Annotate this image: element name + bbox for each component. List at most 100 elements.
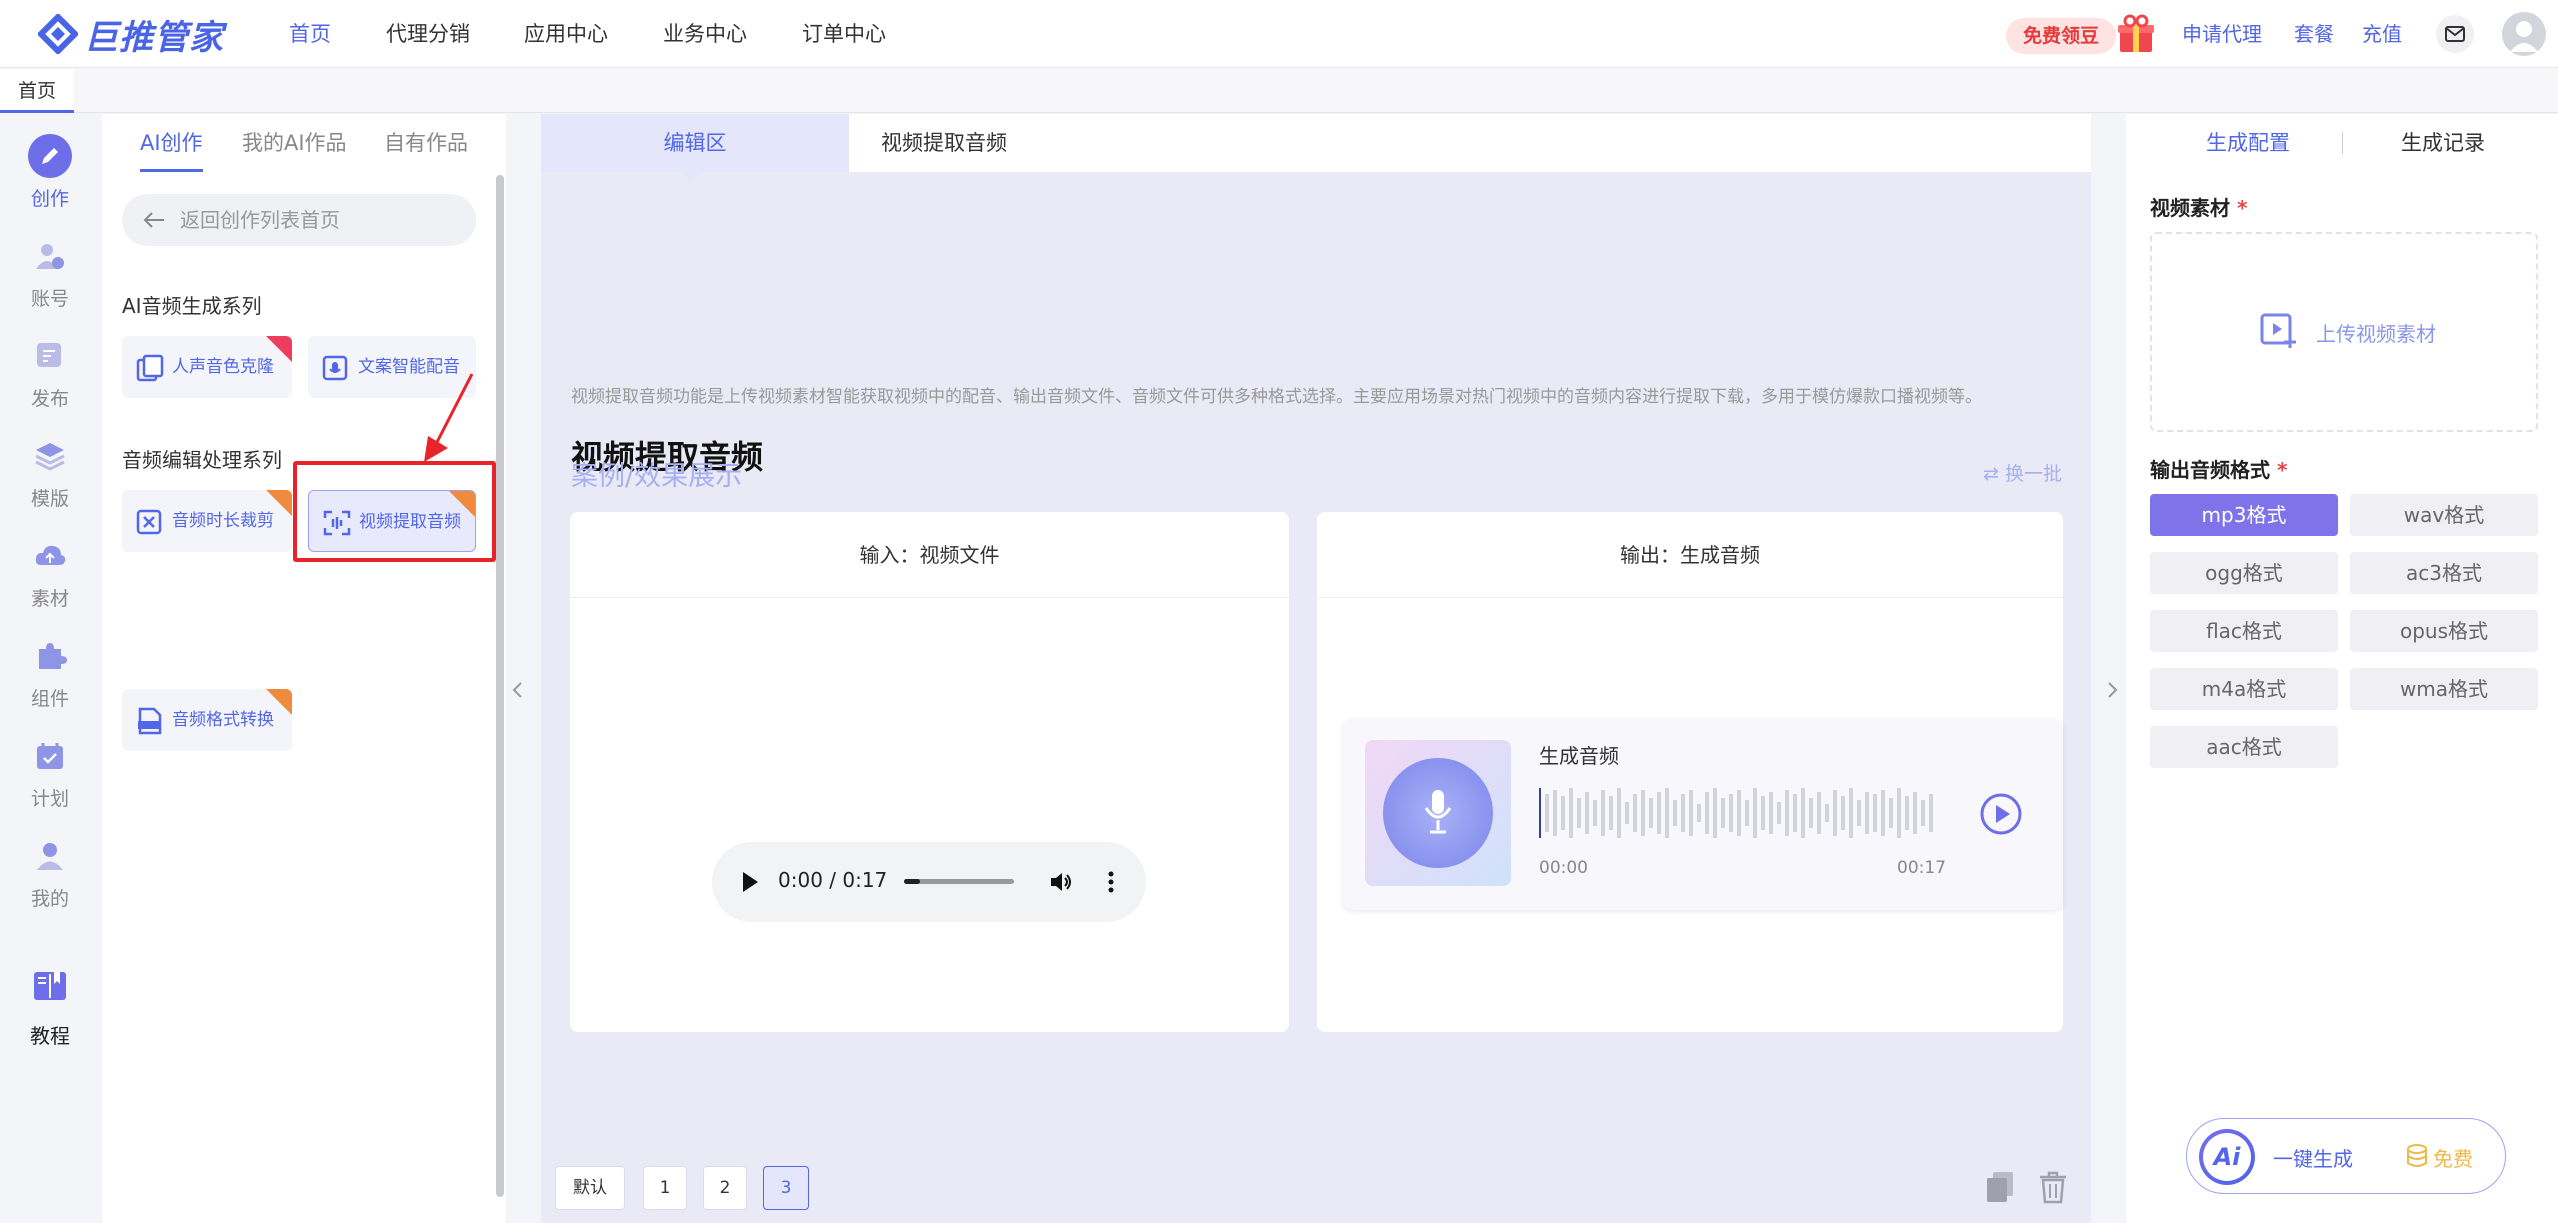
generate-label: 一键生成: [2273, 1147, 2353, 1171]
audio-cover: [1365, 740, 1511, 886]
pencil-icon: [28, 134, 72, 178]
user-avatar[interactable]: [2502, 12, 2546, 56]
format-ac3[interactable]: ac3格式: [2350, 552, 2538, 594]
ai-icon: Ai: [2199, 1129, 2255, 1185]
rail-item-template[interactable]: 模版: [0, 424, 100, 524]
rail-item-tutorial[interactable]: 教程: [0, 954, 100, 1054]
page-default[interactable]: 默认: [555, 1166, 625, 1210]
nav-item-apps[interactable]: 应用中心: [524, 0, 608, 68]
package-link[interactable]: 套餐: [2294, 0, 2334, 68]
format-wma[interactable]: wma格式: [2350, 668, 2538, 710]
playhead: [1539, 788, 1541, 838]
format-aac[interactable]: aac格式: [2150, 726, 2338, 768]
top-nav: 巨推管家 首页 代理分销 应用中心 业务中心 订单中心 免费领豆 申请代理 套餐…: [0, 0, 2558, 68]
highlight-box: [293, 461, 496, 562]
audio-player[interactable]: 0:00 / 0:17: [712, 842, 1146, 922]
tab-video-extract[interactable]: 视频提取音频: [881, 114, 1007, 172]
publish-icon: [28, 334, 72, 378]
apply-agent-link[interactable]: 申请代理: [2182, 0, 2262, 68]
puzzle-icon: [28, 634, 72, 678]
card-label: 音频时长裁剪: [172, 511, 274, 531]
video-material-text: 视频素材: [2150, 196, 2230, 220]
free-beans-button[interactable]: 免费领豆: [2006, 18, 2116, 54]
seek-bar[interactable]: [904, 879, 1014, 884]
refresh-batch-button[interactable]: ⇄ 换一批: [1983, 459, 2062, 486]
trash-icon[interactable]: [2037, 1170, 2069, 1204]
tab-gen-records[interactable]: 生成记录: [2401, 114, 2485, 172]
avatar-icon: [2510, 21, 2538, 52]
format-flac[interactable]: flac格式: [2150, 610, 2338, 652]
card-audio-format-convert[interactable]: 音频格式转换: [122, 689, 292, 751]
output-title: 输出：生成音频: [1317, 512, 2063, 598]
card-voice-clone[interactable]: 人声音色克隆: [122, 336, 292, 398]
format-opus[interactable]: opus格式: [2350, 610, 2538, 652]
generated-audio-card: 生成音频 00:00 00:17: [1343, 718, 2063, 910]
microphone-doc-icon: [322, 355, 348, 381]
collapse-right-icon[interactable]: [2104, 680, 2120, 700]
tab-my-ai-works[interactable]: 我的AI作品: [242, 114, 347, 172]
page-2[interactable]: 2: [703, 1166, 747, 1210]
layers-icon: [28, 434, 72, 478]
page-1[interactable]: 1: [643, 1166, 687, 1210]
copy-icon[interactable]: [1984, 1170, 2016, 1204]
recharge-link[interactable]: 充值: [2362, 0, 2402, 68]
voice-clone-icon: [136, 354, 164, 382]
volume-icon[interactable]: [1048, 869, 1074, 895]
editor-tabs: 编辑区 视频提取音频: [541, 114, 2091, 172]
tab-own-works[interactable]: 自有作品: [384, 114, 468, 172]
generate-button[interactable]: Ai 一键生成 免费: [2186, 1118, 2506, 1194]
rail-item-account[interactable]: 账号: [0, 224, 100, 324]
nav-item-home[interactable]: 首页: [289, 0, 331, 68]
coin-stack-icon: [2407, 1144, 2427, 1167]
video-material-label: 视频素材 *: [2150, 192, 2247, 221]
section-audio-edit: 音频编辑处理系列: [122, 448, 282, 472]
badge-corner: [266, 689, 292, 715]
video-upload-icon: [2260, 313, 2296, 348]
rail-item-plan[interactable]: 计划: [0, 724, 100, 824]
format-m4a[interactable]: m4a格式: [2150, 668, 2338, 710]
rail-item-component[interactable]: 组件: [0, 624, 100, 724]
tab-ai-create[interactable]: AI创作: [140, 114, 203, 172]
more-options-icon[interactable]: [1106, 869, 1116, 895]
nav-item-orders[interactable]: 订单中心: [802, 0, 886, 68]
rail-item-material[interactable]: 素材: [0, 524, 100, 624]
upload-label: 上传视频素材: [2316, 322, 2436, 346]
rail-item-publish[interactable]: 发布: [0, 324, 100, 424]
nav-item-business[interactable]: 业务中心: [663, 0, 747, 68]
output-box: 输出：生成音频 生成音频 00:00 00:17: [1317, 512, 2063, 1032]
case-title: 案例/效果展示: [571, 461, 743, 492]
upload-video-area[interactable]: 上传视频素材: [2150, 232, 2538, 432]
nav-item-agent[interactable]: 代理分销: [386, 0, 470, 68]
audio-end-time: 00:17: [1897, 858, 1946, 878]
format-ogg[interactable]: ogg格式: [2150, 552, 2338, 594]
page-tab-home[interactable]: 首页: [0, 69, 75, 113]
brand-logo[interactable]: 巨推管家: [38, 12, 224, 58]
tab-divider: [2342, 132, 2343, 154]
rail-item-create[interactable]: 创作: [0, 124, 100, 224]
waveform[interactable]: [1539, 786, 1939, 840]
rail-label-plan: 计划: [30, 788, 69, 810]
input-title: 输入：视频文件: [570, 512, 1289, 598]
format-mp3[interactable]: mp3格式: [2150, 494, 2338, 536]
play-circle-icon[interactable]: [1979, 792, 2023, 836]
collapse-left-icon[interactable]: [510, 680, 526, 700]
free-label: 免费: [2433, 1147, 2473, 1171]
panel-scrollbar[interactable]: [496, 175, 504, 1197]
rail-item-mine[interactable]: 我的: [0, 824, 100, 924]
gift-icon[interactable]: [2114, 12, 2158, 56]
tab-gen-config[interactable]: 生成配置: [2206, 114, 2290, 172]
rail-label-template: 模版: [30, 488, 69, 510]
play-icon[interactable]: [740, 870, 760, 894]
card-label: 音频格式转换: [172, 710, 274, 730]
waveform-bars: [1545, 788, 1933, 838]
audio-title: 生成音频: [1539, 744, 1619, 768]
page-3[interactable]: 3: [763, 1166, 809, 1210]
arrow-annotation: [424, 373, 474, 462]
format-wav[interactable]: wav格式: [2350, 494, 2538, 536]
card-audio-trim[interactable]: 音频时长裁剪: [122, 490, 292, 552]
wav-file-icon: [138, 707, 162, 735]
mail-button[interactable]: [2436, 15, 2474, 53]
back-to-list-button[interactable]: 返回创作列表首页: [122, 194, 476, 246]
tab-edit-area[interactable]: 编辑区: [541, 114, 849, 172]
scissors-icon: [136, 509, 162, 535]
